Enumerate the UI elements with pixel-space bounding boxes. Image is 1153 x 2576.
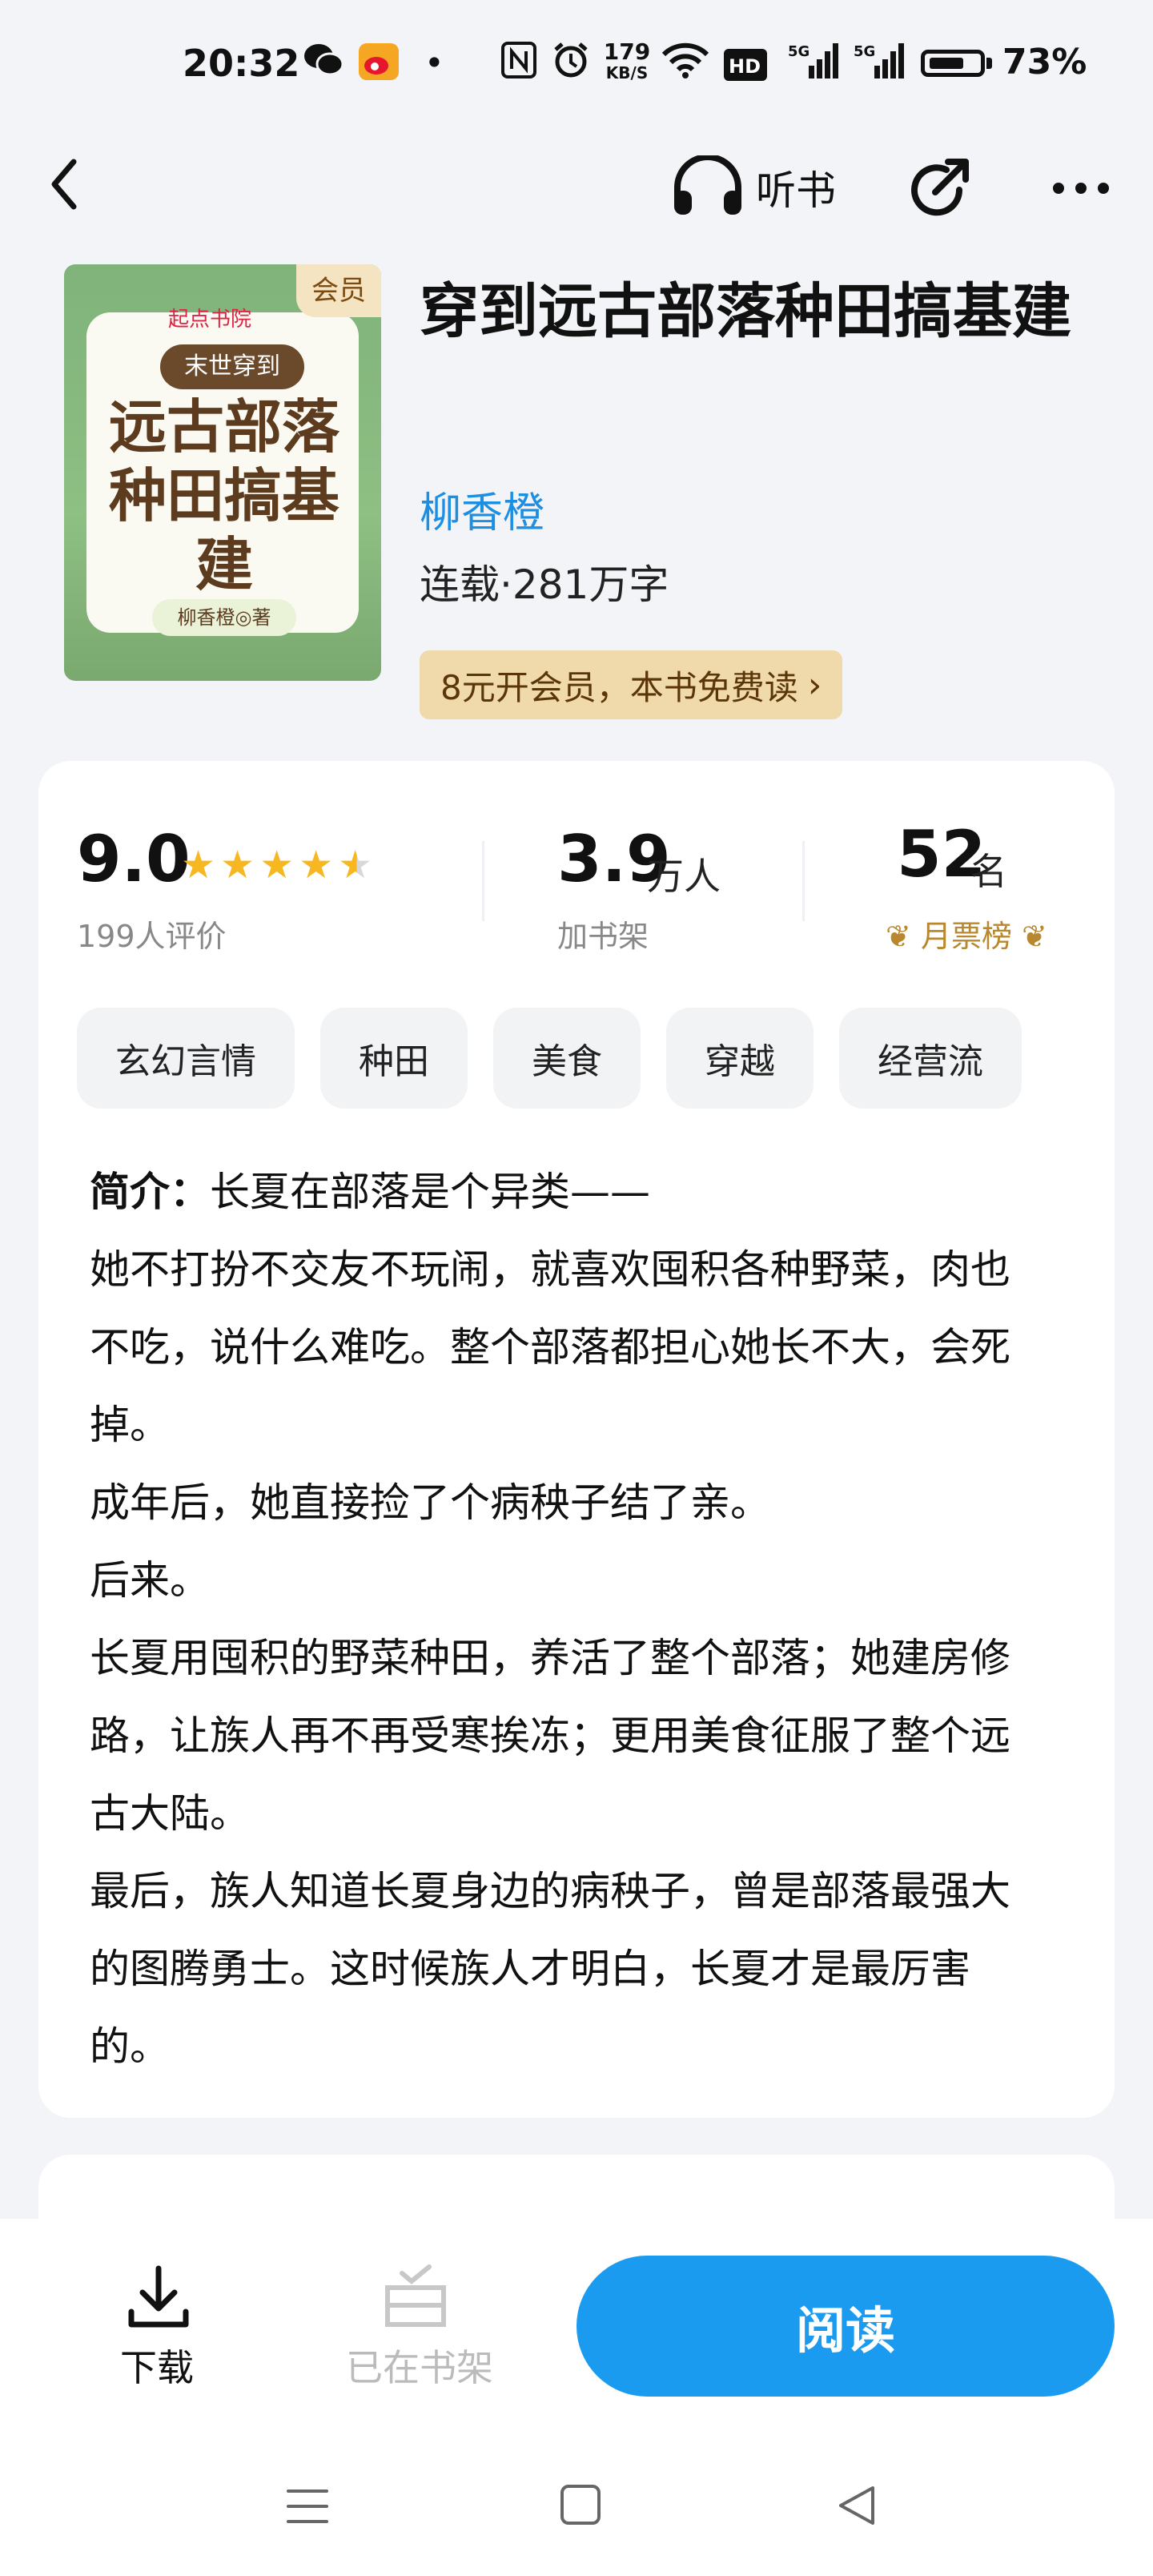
listen-label: 听书 [756,167,836,214]
bookshelf-check-icon [380,2264,452,2331]
cover-brand: 起点书院 [168,308,252,332]
shelf-label: 加书架 [557,919,649,954]
speed-value: 179 [603,38,651,65]
download-label[interactable]: 下载 [120,2339,194,2392]
network-speed: 179 KB/S [602,38,652,83]
tag-chip[interactable]: 玄幻言情 [77,1008,295,1109]
vip-promo-label: 8元开会员，本书免费读 [440,667,798,707]
battery-icon [921,50,985,77]
in-shelf-label: 已在书架 [346,2346,493,2389]
laurel-left-icon: ❦ [886,919,911,954]
rank-label: 月票榜 [920,919,1012,954]
read-button[interactable]: 阅读 [576,2256,1115,2397]
menu-icon[interactable] [285,2486,330,2526]
home-icon[interactable] [560,2485,601,2525]
rank-unit: 名 [970,850,1007,893]
star-icon: ★ [259,843,295,888]
book-title: 穿到远古部落种田搞基建 [420,277,1071,346]
dot-icon: • [424,43,444,83]
star-icon: ★ [220,843,255,888]
signal-5g-icon-2: 5G [854,42,905,91]
laurel-right-icon: ❦ [1022,919,1047,954]
cover-author: 柳香橙◎著 [152,599,296,636]
intro-paragraph: 成年后，她直接捡了个病秧子结了亲。 [90,1479,770,1526]
intro-text[interactable]: 简介：长夏在部落是个异类—— 她不打扮不交友不玩闹，就喜欢囤积各种野菜，肉也不吃… [90,1153,1043,2086]
divider [802,841,805,921]
rating-value: 9.0 [77,822,191,896]
share-icon[interactable] [903,154,975,226]
tag-chip[interactable]: 美食 [493,1008,641,1109]
intro-paragraph: 她不打扮不交友不玩闹，就喜欢囤积各种野菜，肉也不吃，说什么难吃。整个部落都担心她… [90,1246,1010,1448]
hd-icon: HD [724,48,767,91]
back-icon[interactable] [45,152,85,216]
intro-first-line: 长夏在部落是个异类—— [210,1169,650,1215]
wechat-icon [303,42,344,87]
back-triangle-icon[interactable] [834,2483,879,2528]
alarm-icon [552,42,589,89]
status-bar: 20:32 • 179 KB/S HD 5G 5G 73% [0,0,1153,136]
intro-paragraph: 最后，族人知道长夏身边的病秧子，曾是部落最强大的图腾勇士。这时候族人才明白，长夏… [90,1868,1010,2070]
nfc-icon [501,42,536,89]
speed-unit: KB/S [605,63,649,83]
wifi-icon [661,42,709,89]
star-icon: ★ [338,843,373,888]
intro-paragraph: 后来。 [90,1557,210,1604]
svg-text:5G: 5G [854,43,875,60]
monthly-ticket-rank[interactable]: ❦ 月票榜 ❦ [886,912,1047,956]
divider [482,841,484,921]
intro-label: 简介： [90,1169,210,1215]
cover-subtitle: 末世穿到 [160,344,304,389]
star-icon: ★ [299,843,334,888]
svg-text:HD: HD [729,55,761,78]
svg-text:5G: 5G [788,43,810,60]
chevron-right-icon: › [807,664,822,706]
battery-fill [930,58,963,69]
intro-paragraph: 长夏用囤积的野菜种田，养活了整个部落；她建房修路，让族人再不再受寒挨冻；更用美食… [90,1635,1010,1837]
tag-chip[interactable]: 经营流 [839,1008,1022,1109]
battery-tip [986,58,992,69]
shelf-unit: 万人 [647,855,721,898]
rating-count[interactable]: 199人评价 [77,912,227,956]
vip-promo-button[interactable]: 8元开会员，本书免费读 › [420,650,843,719]
listen-button[interactable]: 听书 [671,154,836,219]
vip-tag: 会员 [296,264,381,317]
tag-list: 玄幻言情 种田 美食 穿越 经营流 [77,1008,1115,1112]
weibo-icon [359,43,399,91]
book-status: 连载·281万字 [420,561,669,608]
rating-stars: ★ ★ ★ ★ ★ [181,843,372,888]
battery-percent: 73% [1002,42,1087,83]
headphones-icon [671,154,745,219]
download-icon[interactable] [127,2264,191,2331]
author-link[interactable]: 柳香橙 [420,479,544,539]
tag-chip[interactable]: 种田 [320,1008,468,1109]
book-cover[interactable]: 起点书院 末世穿到 远古部落种田搞基建 柳香橙◎著 [64,264,381,681]
star-icon: ★ [181,843,216,888]
cover-title: 远古部落种田搞基建 [108,392,339,598]
status-time: 20:32 [183,42,300,85]
more-icon[interactable] [1049,168,1113,208]
signal-5g-icon: 5G [788,42,839,91]
tag-chip[interactable]: 穿越 [666,1008,814,1109]
